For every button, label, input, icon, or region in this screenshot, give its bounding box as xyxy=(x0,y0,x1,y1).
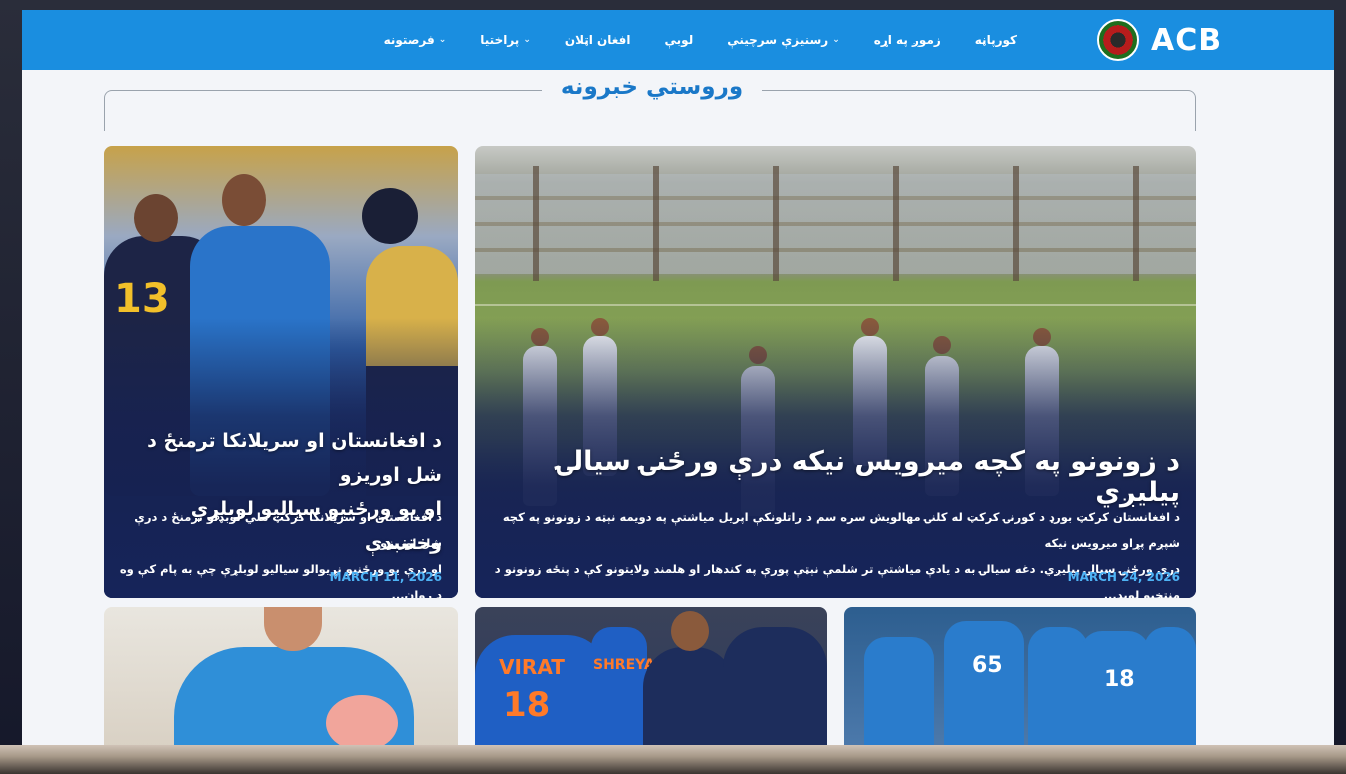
chevron-down-icon: ⌄ xyxy=(523,35,531,45)
nav-item-opportunities[interactable]: فرصتونه ⌄ xyxy=(367,33,464,47)
site-logo[interactable]: ACB xyxy=(1097,17,1222,63)
nav-item-label: فرصتونه xyxy=(383,33,435,47)
nav-item-afghan-atalan[interactable]: افغان اټلان xyxy=(548,33,648,47)
news-card-team-celebration[interactable]: 65 18 xyxy=(844,607,1196,745)
news-card-india-match[interactable]: VIRAT 18 SHREYA xyxy=(475,607,827,745)
nav-item-label: افغان اټلان xyxy=(564,33,631,47)
nav-item-label: لوبې xyxy=(664,33,694,47)
chevron-down-icon: ⌄ xyxy=(438,35,447,45)
featured-news-date: MARCH 24, 2026 xyxy=(1067,570,1180,584)
section-title: وروستي خبرونه xyxy=(542,70,762,104)
acb-emblem-icon xyxy=(1097,19,1139,61)
main-menu: کورپاڼه زموږ په اړه رسنیزې سرچینې ⌄ لوبې… xyxy=(367,10,1034,70)
nav-item-development[interactable]: پراختیا ⌄ xyxy=(463,33,548,47)
brand-name: ACB xyxy=(1151,22,1223,58)
nav-item-home[interactable]: کورپاڼه xyxy=(958,33,1034,47)
monitor-stand-edge xyxy=(0,745,1346,774)
featured-news-title[interactable]: د زونونو په کچه میرویس نیکه درې ورځنۍ سی… xyxy=(491,446,1180,508)
nav-item-media[interactable]: رسنیزې سرچینې ⌄ xyxy=(710,33,857,47)
chevron-down-icon: ⌄ xyxy=(832,35,840,45)
browser-viewport: ACB کورپاڼه زموږ په اړه رسنیزې سرچینې ⌄ … xyxy=(22,10,1334,745)
nav-item-label: زموږ په اړه xyxy=(873,33,941,47)
featured-news-card[interactable]: د زونونو په کچه میرویس نیکه درې ورځنۍ سی… xyxy=(475,146,1196,598)
nav-item-matches[interactable]: لوبې xyxy=(648,33,711,47)
nav-item-label: کورپاڼه xyxy=(974,33,1017,47)
side-news-date: MARCH 11, 2026 xyxy=(329,570,442,584)
nav-item-about[interactable]: زموږ په اړه xyxy=(857,33,958,47)
side-news-card[interactable]: 13 د افغانستان او سریلانکا ترمنځ د شل او… xyxy=(104,146,458,598)
nav-item-label: رسنیزې سرچینې xyxy=(727,33,829,47)
top-navbar: ACB کورپاڼه زموږ په اړه رسنیزې سرچینې ⌄ … xyxy=(22,10,1334,70)
nav-item-label: پراختیا xyxy=(480,33,520,47)
news-card-coach[interactable] xyxy=(104,607,458,745)
